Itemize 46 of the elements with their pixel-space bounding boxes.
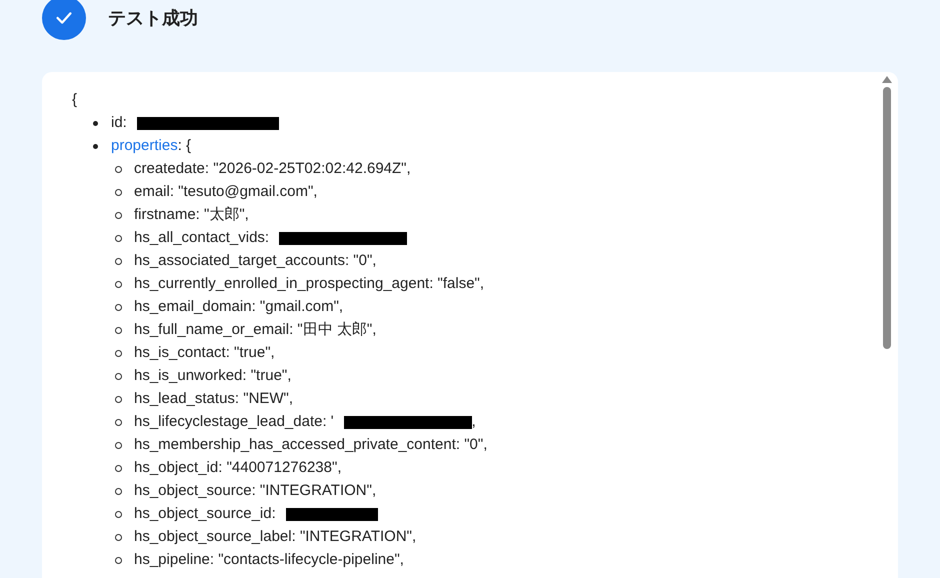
- json-text: hs_object_source_label: "INTEGRATION",: [134, 527, 416, 548]
- json-text: hs_lead_status: "NEW",: [134, 389, 294, 410]
- json-text: hs_email_domain: "gmail.com",: [134, 297, 344, 318]
- bullet-icon: [115, 511, 122, 518]
- bullet-icon: [115, 212, 122, 219]
- json-text: hs_lifecyclestage_lead_date: ': [134, 412, 334, 432]
- json-text: hs_associated_target_accounts: "0",: [134, 251, 376, 272]
- bullet-icon: [115, 327, 122, 334]
- json-text: hs_membership_has_accessed_private_content: "0",: [134, 435, 488, 456]
- bullet-icon: [93, 144, 98, 149]
- scroll-up-icon[interactable]: [882, 76, 892, 83]
- result-title: テスト成功: [108, 6, 198, 30]
- bullet-icon: [115, 281, 122, 288]
- json-text: email: "tesuto@gmail.com",: [134, 182, 318, 202]
- bullet-icon: [115, 373, 122, 380]
- bullet-icon: [115, 488, 122, 495]
- bullet-icon: [115, 557, 122, 564]
- json-text: hs_all_contact_vids:: [134, 228, 270, 248]
- bullet-icon: [115, 534, 122, 541]
- bullet-icon: [115, 419, 122, 426]
- json-text: firstname: "太郎",: [134, 205, 249, 226]
- bullet-icon: [115, 396, 122, 403]
- json-text: hs_is_unworked: "true",: [134, 366, 292, 386]
- json-text: hs_full_name_or_email: "田中 太郎",: [134, 320, 376, 340]
- bullet-icon: [115, 258, 122, 265]
- bullet-icon: [115, 166, 122, 173]
- json-text: ,: [472, 412, 476, 432]
- scrollbar-thumb[interactable]: [883, 87, 891, 349]
- bullet-icon: [115, 350, 122, 357]
- json-text: createdate: "2026-02-25T02:02:42.694Z",: [134, 159, 411, 180]
- json-text: hs_object_source: "INTEGRATION",: [134, 481, 376, 502]
- bullet-icon: [115, 235, 122, 242]
- bullet-icon: [115, 465, 122, 472]
- bullet-icon: [115, 304, 122, 311]
- bullet-icon: [93, 121, 98, 126]
- json-text: {: [72, 91, 78, 108]
- json-text: hs_object_source_id:: [134, 504, 276, 524]
- properties-link[interactable]: properties: [111, 135, 178, 158]
- json-text: hs_is_contact: "true",: [134, 343, 275, 364]
- json-text: id:: [111, 113, 127, 134]
- json-text: : {: [178, 136, 192, 156]
- json-text: hs_currently_enrolled_in_prospecting_agent: "false",: [134, 274, 484, 294]
- bullet-icon: [115, 189, 122, 196]
- json-text: hs_pipeline: "contacts-lifecycle-pipeline",: [134, 550, 404, 570]
- bullet-icon: [115, 442, 122, 449]
- json-text: hs_object_id: "440071276238",: [134, 458, 342, 478]
